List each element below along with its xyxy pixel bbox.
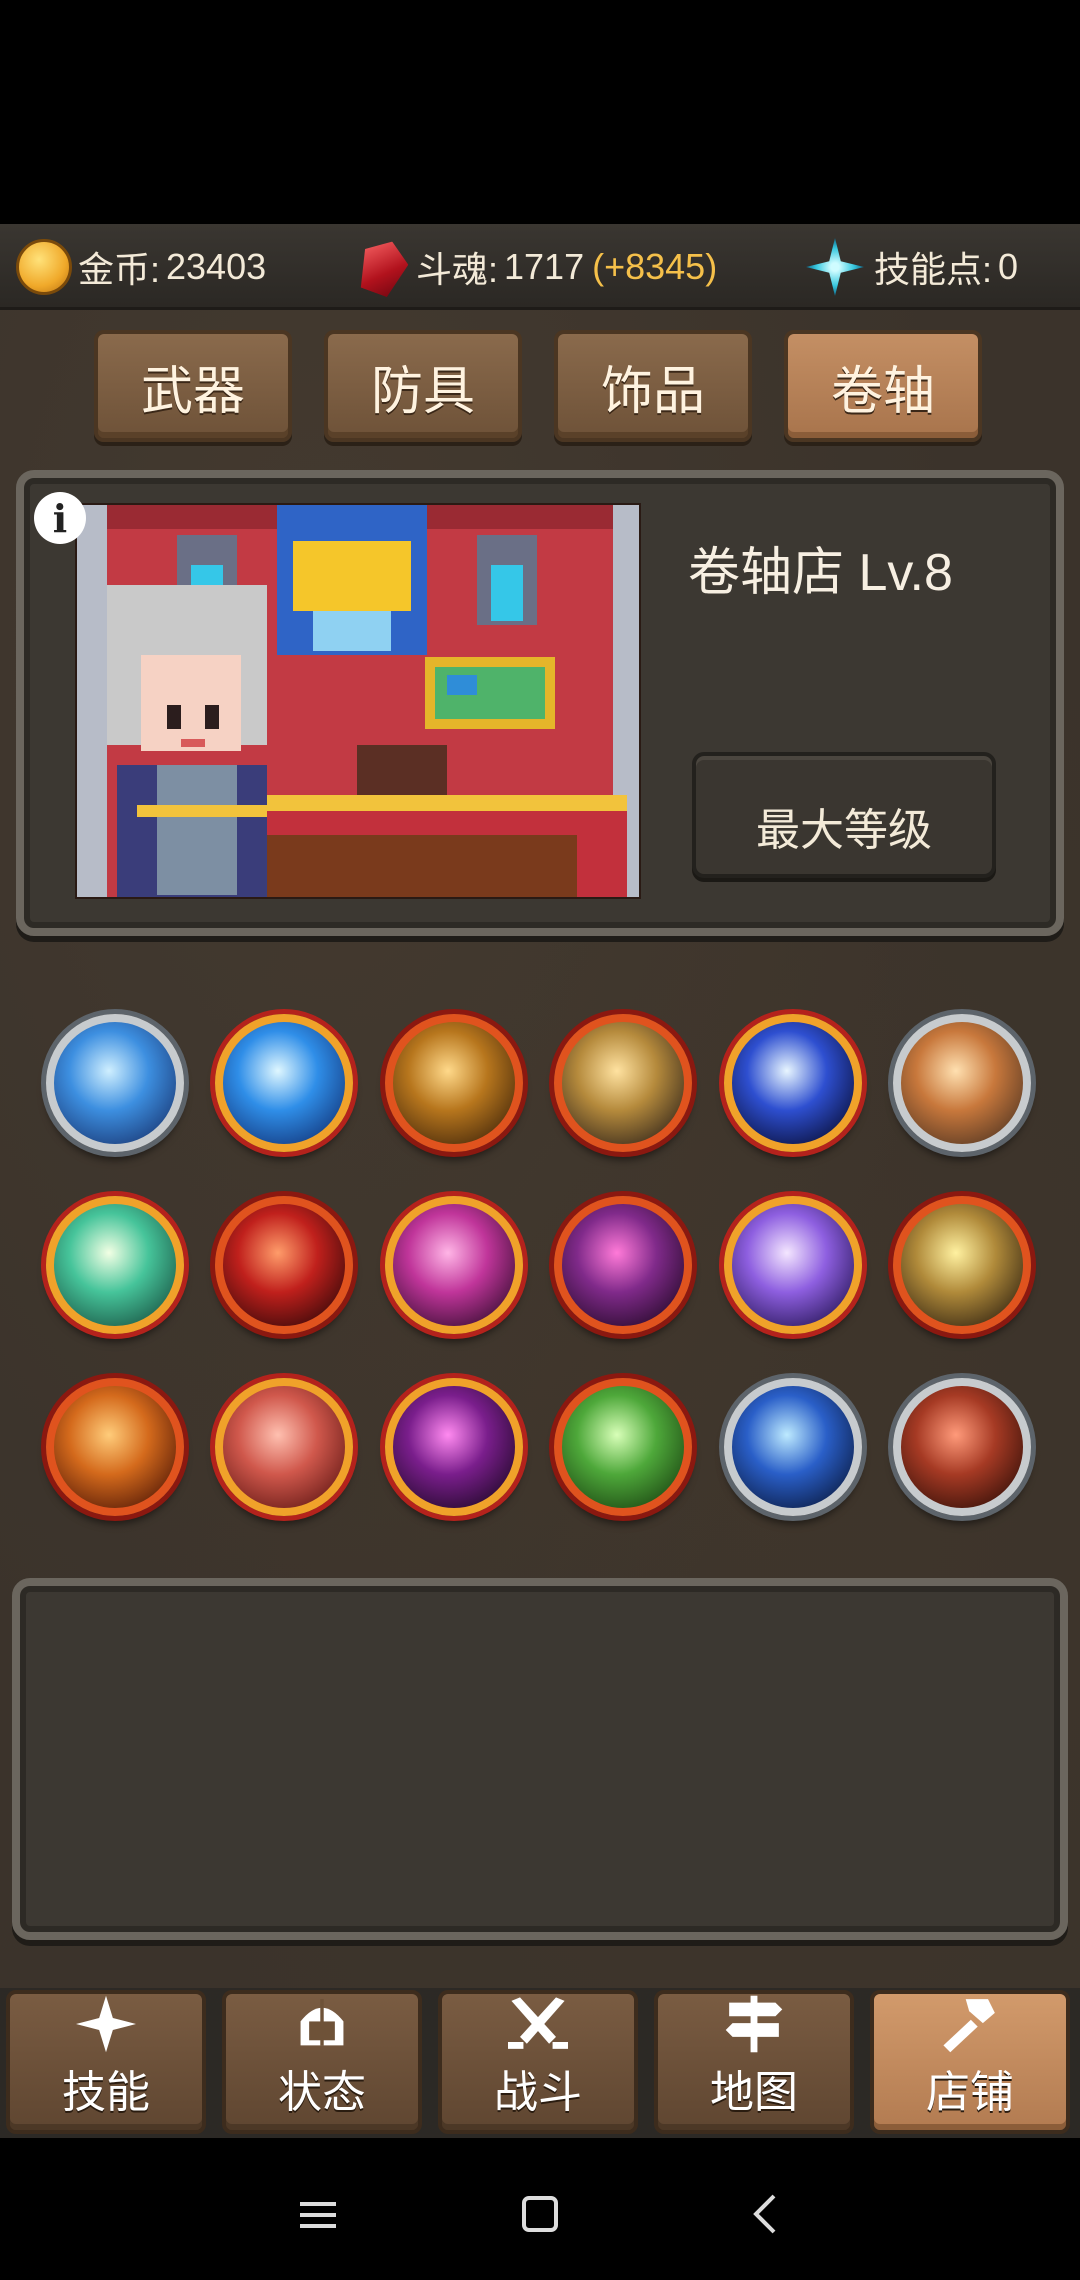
gold-counter: 金币: 23403	[16, 224, 266, 310]
nav-shop[interactable]: 店铺	[870, 1990, 1070, 2134]
menu-icon[interactable]	[278, 2180, 358, 2250]
shop-title: 卷轴店 Lv.8	[688, 544, 953, 602]
ice-crystal-icon[interactable]	[46, 1014, 184, 1152]
fire-dash-icon[interactable]	[893, 1014, 1031, 1152]
helmet-icon	[300, 1999, 344, 2046]
status-area	[0, 0, 1080, 224]
max-level-button[interactable]: 最大等级	[692, 752, 996, 878]
purple-net-icon[interactable]	[384, 1378, 523, 1516]
beast-head-icon[interactable]	[893, 1378, 1031, 1516]
soul-bonus: (+8345)	[592, 246, 718, 287]
pink-flame-icon[interactable]	[384, 1196, 523, 1334]
nav-status[interactable]: 状态	[222, 1990, 422, 2134]
rock-fist-icon[interactable]	[893, 1196, 1031, 1334]
back-icon[interactable]	[726, 2180, 806, 2250]
gold-coin-icon	[16, 239, 72, 295]
info-icon[interactable]: i	[34, 492, 86, 544]
skill-points-value: 0	[998, 246, 1019, 287]
demon-mask-icon[interactable]	[554, 1196, 693, 1334]
purple-burst-icon[interactable]	[723, 1196, 862, 1334]
nav-battle-label: 战斗	[494, 2068, 582, 2117]
amber-shard-icon[interactable]	[46, 1378, 184, 1516]
lightning-strike-icon[interactable]	[723, 1014, 862, 1152]
tab-weapons[interactable]: 武器	[94, 330, 292, 442]
skill-points-label: 技能点:	[874, 249, 993, 290]
ruby-icon	[352, 234, 414, 300]
sparkle-star-icon	[806, 238, 864, 296]
nav-battle[interactable]: 战斗	[438, 1990, 638, 2134]
nav-skills[interactable]: 技能	[6, 1990, 206, 2134]
red-spiral-icon[interactable]	[215, 1378, 354, 1516]
soul-label: 斗魂:	[416, 249, 499, 290]
resource-bar: 金币: 23403 斗魂: 1717 (+8345) 技能点: 0	[0, 224, 1080, 310]
tab-scrolls[interactable]: 卷轴	[784, 330, 982, 442]
gold-label: 金币:	[78, 249, 161, 290]
gold-rune-icon[interactable]	[384, 1014, 523, 1152]
sparkle-icon	[76, 1995, 136, 2053]
hammer-icon	[943, 1999, 995, 2053]
gold-value: 23403	[166, 246, 267, 287]
home-icon[interactable]	[500, 2180, 580, 2250]
golden-wing-icon[interactable]	[554, 1014, 693, 1152]
heal-heart-icon[interactable]	[554, 1378, 693, 1516]
red-crack-icon[interactable]	[215, 1196, 354, 1334]
nav-status-label: 状态	[278, 2068, 366, 2117]
tab-accessories[interactable]: 饰品	[554, 330, 752, 442]
description-panel	[12, 1578, 1068, 1940]
nav-skills-label: 技能	[62, 2068, 150, 2117]
tab-armor[interactable]: 防具	[324, 330, 522, 442]
green-swirl-icon[interactable]	[46, 1196, 184, 1334]
mystery-storm-icon[interactable]	[723, 1378, 862, 1516]
nav-map[interactable]: 地图	[654, 1990, 854, 2134]
ice-shard-icon[interactable]	[215, 1014, 354, 1152]
skill-points-counter: 技能点: 0	[806, 224, 1018, 310]
soul-counter: 斗魂: 1717 (+8345)	[360, 224, 717, 310]
nav-map-label: 地图	[710, 2068, 798, 2117]
nav-shop-label: 店铺	[926, 2068, 1014, 2117]
soul-value: 1717	[504, 246, 585, 287]
signpost-icon	[725, 1995, 783, 2053]
shopkeeper-pixel-art	[75, 503, 641, 899]
crossed-swords-icon	[508, 1997, 568, 2049]
